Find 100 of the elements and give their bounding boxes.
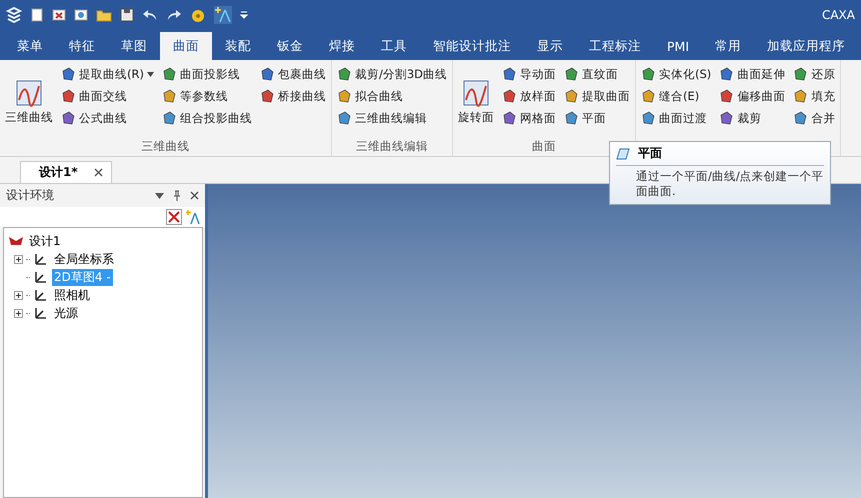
ribbon-button[interactable]: 裁剪/分割3D曲线 [334,64,450,84]
ribbon-tab[interactable]: 钣金 [264,32,316,60]
ribbon-button[interactable]: 公式曲线 [59,108,156,128]
ribbon-tab[interactable]: PMI [654,32,702,60]
ribbon-button[interactable]: 偏移曲面 [717,86,788,106]
tool-icon [641,110,656,126]
tree-item[interactable]: 光源 [52,304,80,322]
ribbon-tab[interactable]: 常用 [702,32,754,60]
ribbon-button[interactable]: 裁剪 [717,108,788,128]
sparkle-icon[interactable] [185,209,201,225]
ribbon-button[interactable]: 曲面过渡 [639,108,714,128]
tool-icon [61,110,76,126]
caret-icon [146,72,154,76]
ribbon-button[interactable]: 提取曲面 [562,86,632,106]
ribbon-tab[interactable]: 曲面 [160,32,212,60]
new-file-icon[interactable] [30,8,44,22]
ribbon-button[interactable]: 三维曲线编辑 [334,108,450,128]
tool-icon [162,88,177,104]
app-logo-icon[interactable] [6,7,22,23]
ribbon-tab[interactable]: 智能设计批注 [420,32,524,60]
tool-icon [719,88,734,104]
ribbon-button[interactable]: 桥接曲线 [258,86,328,106]
ribbon-tab[interactable]: 特征 [56,32,108,60]
ribbon-button[interactable]: 导动面 [500,64,558,84]
delete-icon[interactable] [166,209,182,225]
surface-icon [461,78,492,108]
pin-icon[interactable] [173,190,181,201]
ribbon-tab[interactable]: 显示 [524,32,576,60]
undo-icon[interactable] [142,8,158,22]
ribbon-button[interactable]: 实体化(S) [639,64,714,84]
sparkle-icon[interactable] [214,6,232,24]
tool-icon [336,66,352,82]
tool-icon [793,110,808,126]
ribbon-button[interactable]: 还原 [791,64,838,84]
group-label: 三维曲线 [141,139,190,154]
tool-icon [793,66,808,82]
expand-icon[interactable] [14,308,23,318]
file-icon[interactable] [52,8,66,22]
ribbon-button[interactable]: 等参数线 [160,86,254,106]
tool-icon [61,88,76,104]
tool-icon [719,110,734,126]
customize-caret-icon[interactable] [240,10,248,20]
ribbon-button[interactable]: 放样面 [500,86,558,106]
surface-icon [14,78,44,108]
tree-node-icon [33,305,49,321]
close-icon[interactable] [190,191,199,200]
ribbon-button[interactable]: 曲面交线 [59,86,156,106]
tree-node-icon [33,287,49,303]
ribbon-button[interactable]: 直纹面 [562,64,632,84]
ribbon-button[interactable]: 合并 [791,108,838,128]
ribbon-large-button[interactable]: 三维曲线 [3,64,55,139]
ribbon-button[interactable]: 包裹曲线 [258,64,328,84]
tool-icon [793,88,808,104]
tool-icon [336,88,352,104]
ribbon-button[interactable]: 组合投影曲线 [160,108,254,128]
tree-item[interactable]: 全局坐标系 [52,250,116,268]
ribbon-button[interactable]: 曲面延伸 [717,64,788,84]
tree-node-icon [33,251,49,267]
tool-icon [564,110,580,126]
close-icon[interactable] [94,168,103,177]
ribbon-tab[interactable]: 工程标注 [576,32,654,60]
ribbon-tab[interactable]: 工具 [368,32,420,60]
ribbon-button[interactable]: 平面 [562,108,632,128]
tooltip-text: 通过一个平面/曲线/点来创建一个平面曲面. [635,169,824,199]
folder-icon[interactable] [96,8,112,22]
tool-icon [641,66,656,82]
ribbon-button[interactable]: 缝合(E) [639,86,714,106]
expand-icon[interactable] [14,254,23,264]
group-label: 曲面 [532,139,556,154]
ribbon-button[interactable]: 拟合曲线 [334,86,450,106]
tool-icon [260,66,275,82]
tool-icon [564,88,580,104]
tool-icon [502,88,518,104]
tree-item[interactable]: 照相机 [52,286,92,304]
window-title: CAXA [822,8,855,22]
ribbon-button[interactable]: 填充 [791,86,838,106]
tool-icon [719,66,734,82]
redo-icon[interactable] [166,8,182,22]
tree-item[interactable]: 设计1 [27,232,63,250]
panel-title: 设计环境 [6,187,54,204]
plane-icon [616,148,630,160]
ribbon-large-button[interactable]: 旋转面 [456,64,496,139]
ribbon-tab[interactable]: 焊接 [316,32,368,60]
file-icon[interactable] [74,8,88,22]
ribbon-button[interactable]: 曲面投影线 [160,64,254,84]
tool-icon [502,66,518,82]
dropdown-icon[interactable] [155,192,164,198]
ribbon-button[interactable]: 提取曲线(R) [59,64,156,84]
save-icon[interactable] [120,8,134,22]
ribbon-tab[interactable]: 菜单 [4,32,56,60]
ribbon-tab[interactable]: 草图 [108,32,160,60]
ribbon-button[interactable]: 网格面 [500,108,558,128]
tooltip-title: 平面 [638,145,662,162]
ribbon-tab[interactable]: 装配 [212,32,264,60]
ribbon-tab[interactable]: 加载应用程序 [754,32,858,60]
tool-icon [162,66,177,82]
expand-icon[interactable] [14,290,23,300]
tool-icon [162,110,177,126]
document-tab[interactable]: 设计1* [20,161,112,183]
tool-icon [641,88,656,104]
